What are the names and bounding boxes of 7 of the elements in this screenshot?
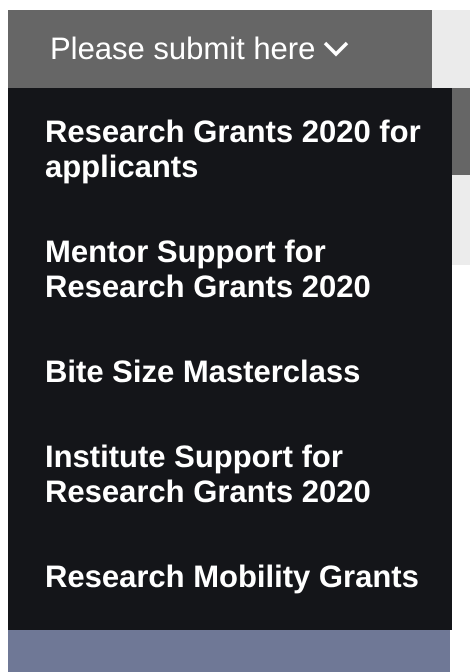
menu-item[interactable]: Mentor Support for Research Grants 2020 xyxy=(45,234,425,304)
menu-item[interactable]: Research Mobility Grants xyxy=(45,559,425,594)
menu-item[interactable]: Bite Size Masterclass xyxy=(45,354,425,389)
chevron-down-icon xyxy=(323,41,350,57)
dropdown-button[interactable]: Please submit here xyxy=(8,10,432,88)
menu-item[interactable]: Institute Support for Research Grants 2020 xyxy=(45,439,425,509)
menu-item[interactable]: Research Grants 2020 for applicants xyxy=(45,114,425,184)
